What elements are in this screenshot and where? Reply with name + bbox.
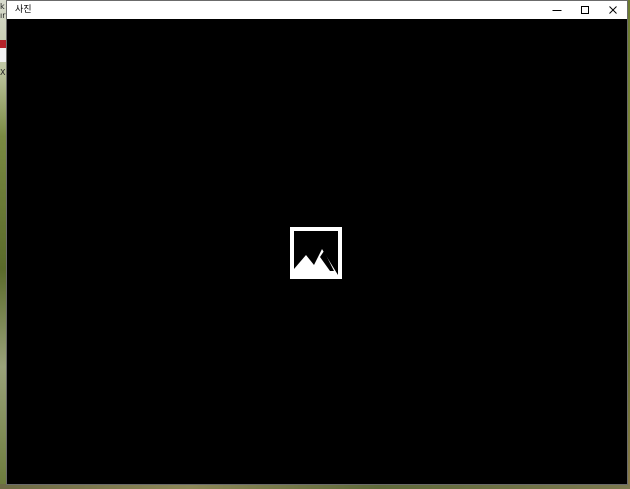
photos-app-window: 사진 bbox=[6, 0, 628, 485]
minimize-icon bbox=[552, 10, 562, 11]
caption-buttons bbox=[543, 1, 627, 19]
close-button[interactable] bbox=[599, 1, 627, 19]
title-bar[interactable]: 사진 bbox=[7, 1, 627, 19]
maximize-button[interactable] bbox=[571, 1, 599, 19]
close-icon bbox=[609, 6, 617, 14]
maximize-icon bbox=[581, 6, 589, 14]
photo-viewer-area[interactable] bbox=[7, 19, 627, 484]
window-title: 사진 bbox=[15, 5, 32, 15]
minimize-button[interactable] bbox=[543, 1, 571, 19]
image-placeholder-icon bbox=[290, 227, 342, 279]
